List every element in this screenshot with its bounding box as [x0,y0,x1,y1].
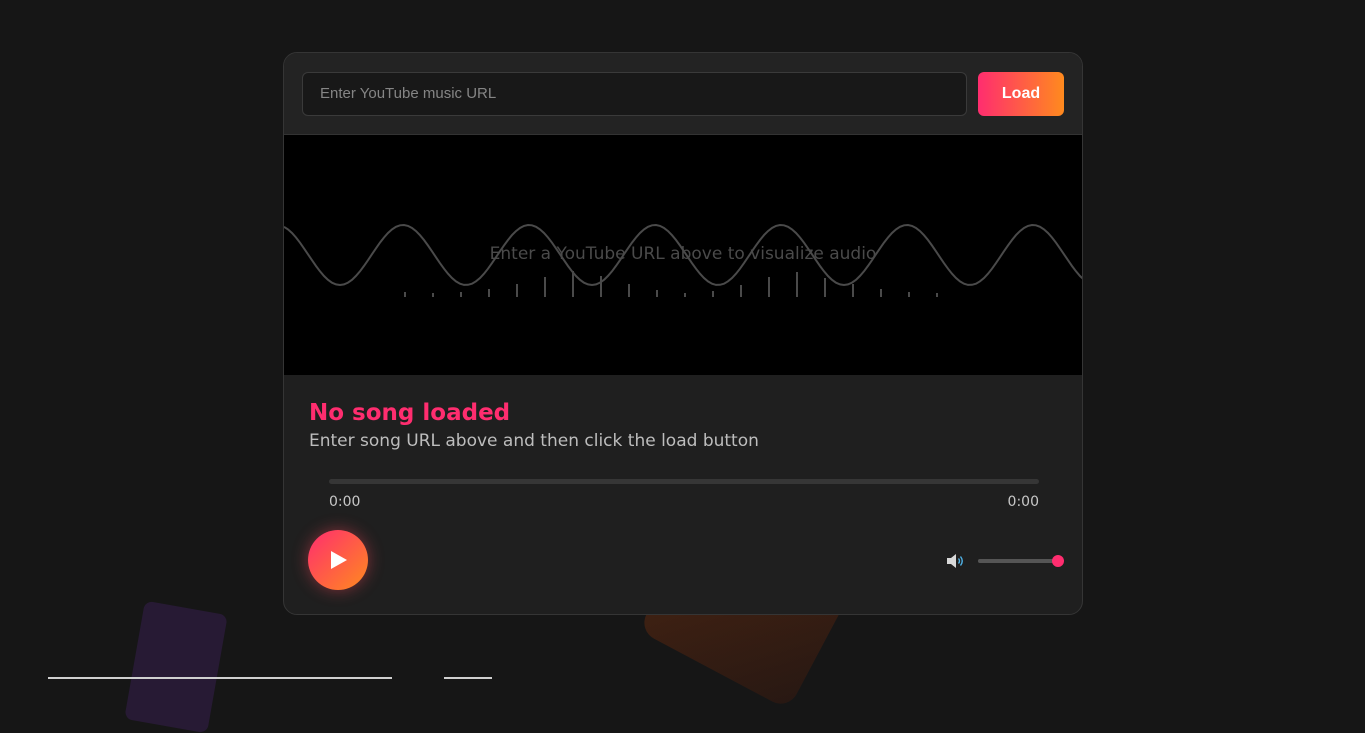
progress-section: 0:00 0:00 [329,479,1039,510]
visualizer-hint: Enter a YouTube URL above to visualize a… [489,244,877,264]
song-title: No song loaded [309,400,511,426]
current-time: 0:00 [329,494,361,510]
volume-thumb[interactable] [1052,555,1064,567]
background-decoration-purple [124,600,228,733]
url-bar: Load [284,53,1082,135]
play-icon [331,551,347,569]
audio-visualizer: Enter a YouTube URL above to visualize a… [284,135,1082,375]
song-subtitle: Enter song URL above and then click the … [309,431,759,451]
duration-time: 0:00 [1007,494,1039,510]
volume-fill [978,559,1058,563]
progress-bar[interactable] [329,479,1039,484]
music-player-card: Load Enter a YouTube URL above to visual… [283,52,1083,615]
song-info: No song loaded Enter song URL above and … [284,375,1082,452]
load-button[interactable]: Load [978,71,1064,116]
speaker-icon[interactable] [946,553,966,573]
volume-slider[interactable] [978,555,1064,567]
play-button[interactable] [308,530,368,590]
youtube-url-input[interactable] [302,71,967,116]
time-display: 0:00 0:00 [329,494,1039,510]
